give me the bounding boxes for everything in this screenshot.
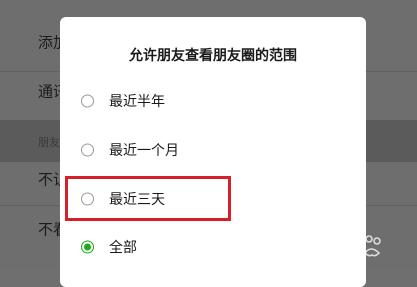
- radio-unchecked-icon: [81, 143, 94, 157]
- radio-checked-icon: [81, 240, 94, 254]
- radio-unchecked-icon: [81, 94, 94, 108]
- annotation-highlight-box: [65, 176, 231, 221]
- option-label: 全部: [109, 240, 137, 256]
- section-header-label: 朋友: [38, 136, 60, 149]
- baidu-paw-logo-icon: [316, 235, 381, 258]
- option-one-month[interactable]: 最近一个月: [60, 128, 366, 172]
- option-label: 最近一个月: [109, 143, 179, 159]
- baidu-jingyan-watermark: [313, 231, 409, 261]
- option-half-year[interactable]: 最近半年: [60, 79, 366, 123]
- dialog-title: 允许朋友查看朋友圈的范围: [129, 48, 297, 64]
- option-label: 最近半年: [109, 94, 165, 110]
